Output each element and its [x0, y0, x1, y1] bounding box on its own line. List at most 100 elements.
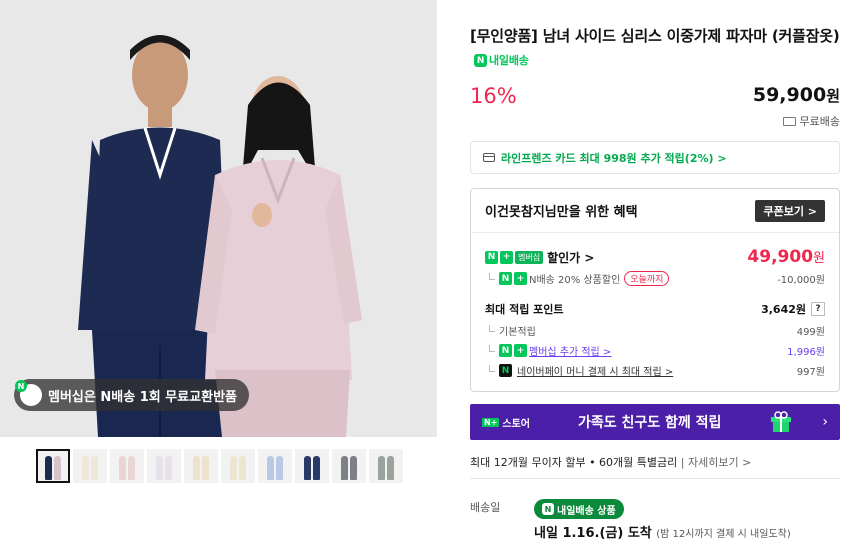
membership-points-link[interactable]: 멤버십 추가 적립 > [529, 343, 611, 358]
installment-info: 최대 12개월 무이자 할부 • 60개월 특별금리 | 자세히보기 > [470, 454, 751, 470]
sale-price-unit: 원 [813, 251, 825, 266]
gift-icon [771, 411, 791, 432]
npay-points-value: 997원 [796, 367, 825, 378]
n-discount-row: N + N배송 20% 상품할인 오늘까지 -10,000원 [485, 271, 825, 286]
thumbnail-figure [119, 456, 126, 480]
n-logo-icon: N [542, 503, 554, 515]
thumbnail-2[interactable] [73, 449, 107, 483]
thumbnail-figure [45, 456, 52, 480]
store-banner-text: 가족도 친구도 함께 적립 [578, 415, 722, 431]
thumbnail-figure [91, 456, 98, 480]
thumbnail-figure [313, 456, 320, 480]
original-price: 59,900원 [753, 84, 840, 106]
installment-text: 최대 12개월 무이자 할부 • 60개월 특별금리 [470, 456, 678, 469]
n-discount-label-group: N + N배송 20% 상품할인 오늘까지 [485, 271, 670, 286]
n-discount-label: N배송 20% 상품할인 [529, 275, 621, 286]
n-delivery-icon: N [15, 380, 42, 406]
thumbnail-6[interactable] [221, 449, 255, 483]
plus-icon: + [514, 344, 527, 357]
thumbnail-strip [36, 449, 403, 483]
thumbnail-8[interactable] [295, 449, 329, 483]
column-divider [436, 0, 437, 437]
naver-plus-store-logo: N+ 스토어 [482, 415, 530, 430]
card-promo-link[interactable]: 라인프렌즈 카드 최대 998원 추가 적립(2%) > [470, 141, 840, 174]
thumbnail-figure [387, 456, 394, 480]
pajama-models-photo [0, 0, 436, 437]
delivery-date-label: 배송일 [470, 501, 501, 514]
arrival-info: 내일 1.16.(금) 도착 (밤 12시까지 결제 시 내일도착) [534, 522, 791, 541]
n-plus-icon: N [485, 250, 498, 264]
thumbnail-10[interactable] [369, 449, 403, 483]
points-row: 최대 적립 포인트 3,642원 ? [485, 301, 825, 317]
n-discount-value: -10,000원 [777, 275, 825, 286]
help-icon[interactable]: ? [811, 302, 825, 316]
thumbnail-figure [239, 456, 246, 480]
n-plus-icon: N [499, 272, 512, 285]
thumbnail-figure [378, 456, 385, 480]
thumbnail-1[interactable] [36, 449, 70, 483]
points-value: 3,642원 [761, 303, 806, 316]
naver-pay-icon: N [499, 364, 512, 377]
discount-rate: 16% [470, 84, 517, 108]
installment-detail-link[interactable]: 자세히보기 > [688, 456, 751, 469]
store-promo-banner[interactable]: N+ 스토어 가족도 친구도 함께 적립 › [470, 404, 840, 440]
today-only-tag: 오늘까지 [624, 271, 670, 286]
thumbnail-figure [267, 456, 274, 480]
thumbnail-figure [82, 456, 89, 480]
arrival-note: (밤 12시까지 결제 시 내일도착) [656, 529, 791, 540]
points-title: 최대 적립 포인트 [485, 303, 564, 316]
truck-icon [782, 116, 796, 126]
membership-tag: 멤버십 [515, 250, 544, 264]
npay-points-link[interactable]: 네이버페이 머니 결제 시 최대 적립 > [517, 363, 673, 378]
points-value-group: 3,642원 ? [761, 301, 825, 317]
svg-text:N: N [18, 382, 25, 391]
credit-card-icon [483, 153, 495, 162]
next-day-chip-label: 내일배송 상품 [557, 505, 616, 517]
product-main-image[interactable]: N 멤버십은 N배송 1회 무료교환반품 [0, 0, 436, 437]
thumbnail-9[interactable] [332, 449, 366, 483]
thumbnail-figure [350, 456, 357, 480]
npay-points-row: N 네이버페이 머니 결제 시 최대 적립 > 997원 [485, 363, 825, 378]
chevron-right-icon: › [822, 414, 828, 430]
sale-price: 49,900원 [747, 247, 825, 267]
thumbnail-3[interactable] [110, 449, 144, 483]
sale-label: 할인가 > [547, 250, 595, 265]
next-day-delivery-chip: N 내일배송 [474, 49, 529, 73]
basic-points-value: 499원 [796, 327, 825, 338]
badge-text: 멤버십은 N배송 1회 무료교환반품 [48, 389, 237, 405]
shipping-label: 무료배송 [799, 115, 840, 128]
n-logo-icon: N [474, 54, 487, 67]
thumbnail-figure [54, 456, 61, 480]
membership-points-row: N + 멤버십 추가 적립 > 1,996원 [485, 343, 825, 358]
sale-price-value: 49,900 [747, 247, 814, 267]
n-plus-icon: N [499, 344, 512, 357]
npay-points-group: N 네이버페이 머니 결제 시 최대 적립 > [485, 363, 673, 378]
next-day-product-chip: N 내일배송 상품 [534, 499, 624, 519]
thumbnail-5[interactable] [184, 449, 218, 483]
membership-points-group: N + 멤버십 추가 적립 > [485, 343, 611, 358]
thumbnail-figure [165, 456, 172, 480]
thumbnail-4[interactable] [147, 449, 181, 483]
arrival-date: 내일 1.16.(금) 도착 [534, 526, 652, 541]
plus-icon: + [500, 250, 513, 264]
basic-points-label: 기본적립 [485, 323, 536, 338]
benefit-header: 이건못참지님만을 위한 혜택 쿠폰보기 > [471, 189, 839, 233]
store-logo-text: 스토어 [502, 418, 531, 430]
thumbnail-figure [304, 456, 311, 480]
product-title-text: [무인양품] 남녀 사이드 심리스 이중가제 파자마 (커플잠옷) [470, 27, 840, 45]
thumbnail-figure [128, 456, 135, 480]
sale-price-row[interactable]: N + 멤버십 할인가 > 49,900원 [485, 247, 825, 267]
n-plus-icon: N+ [482, 417, 500, 427]
thumbnail-figure [230, 456, 237, 480]
coupon-view-button[interactable]: 쿠폰보기 > [755, 199, 825, 222]
benefit-title: 이건못참지님만을 위한 혜택 [485, 205, 638, 220]
thumbnail-7[interactable] [258, 449, 292, 483]
thumbnail-figure [156, 456, 163, 480]
price-unit: 원 [826, 87, 840, 105]
card-promo-text: 라인프렌즈 카드 최대 998원 추가 적립(2%) > [501, 151, 727, 165]
section-divider [470, 478, 840, 479]
basic-points-row: 기본적립 499원 [485, 323, 825, 338]
thumbnail-figure [202, 456, 209, 480]
delivery-chip-label: 내일배송 [489, 53, 529, 67]
thumbnail-figure [193, 456, 200, 480]
